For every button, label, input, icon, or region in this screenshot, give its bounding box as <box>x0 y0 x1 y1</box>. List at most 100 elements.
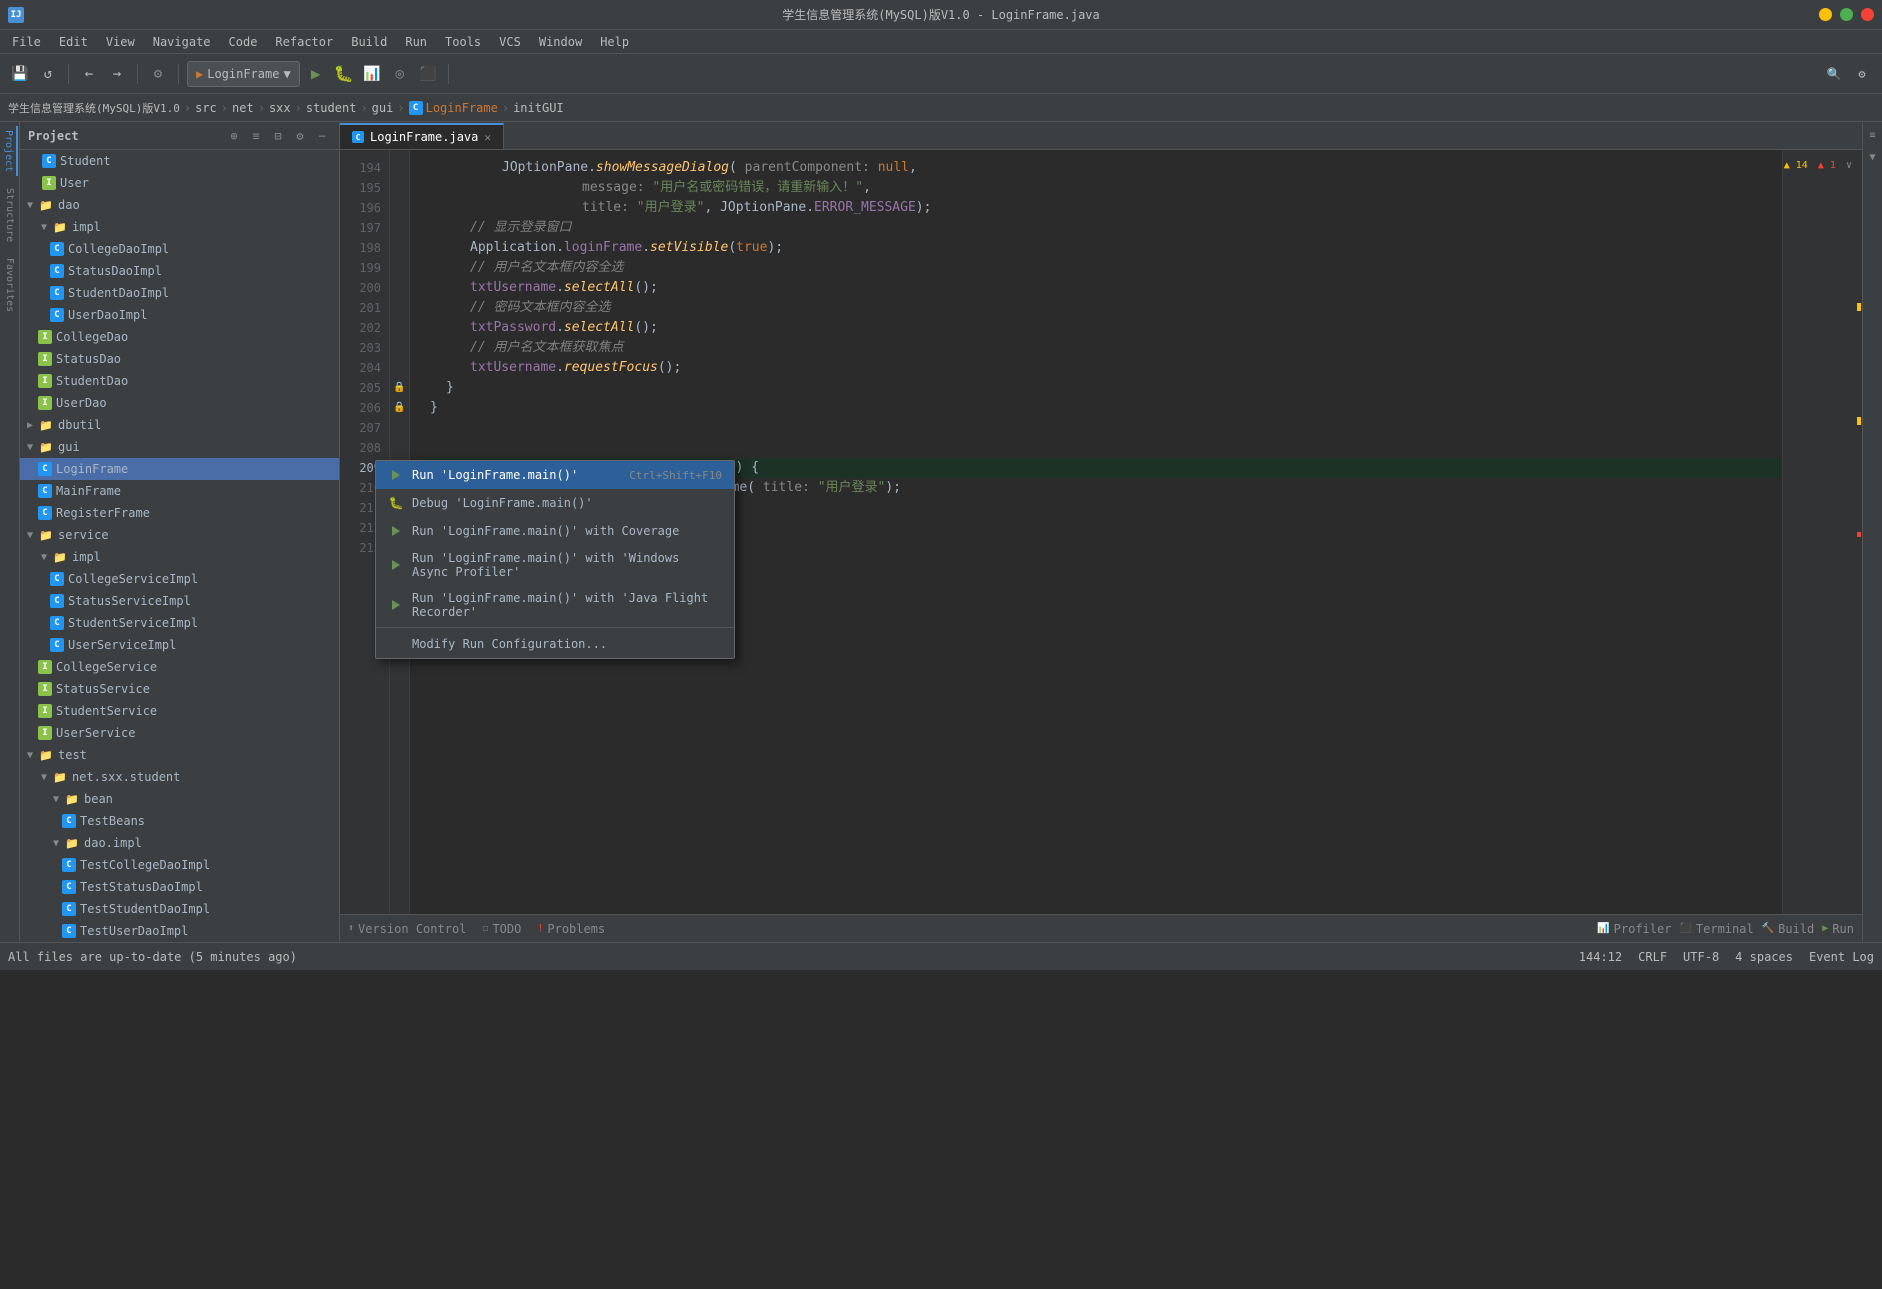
tree-item-testcollegedaoimpl[interactable]: C TestCollegeDaoImpl <box>20 854 339 876</box>
status-line-ending[interactable]: CRLF <box>1638 950 1667 964</box>
breadcrumb-student[interactable]: student <box>306 101 357 115</box>
tree-item-studentdao[interactable]: I StudentDao <box>20 370 339 392</box>
close-button[interactable]: ✕ <box>1861 8 1874 21</box>
maximize-button[interactable]: □ <box>1840 8 1853 21</box>
toolbar-back-btn[interactable]: ← <box>77 62 101 86</box>
ctx-run-coverage[interactable]: Run 'LoginFrame.main()' with Coverage <box>376 517 734 545</box>
menu-build[interactable]: Build <box>343 33 395 51</box>
bottom-tab-terminal[interactable]: ⬛ Terminal <box>1679 918 1753 940</box>
ctx-run-jfr[interactable]: Run 'LoginFrame.main()' with 'Java Fligh… <box>376 585 734 625</box>
menu-edit[interactable]: Edit <box>51 33 96 51</box>
coverage-button[interactable]: ◎ <box>388 62 412 86</box>
tree-item-testuserdaoimpl[interactable]: C TestUserDaoImpl <box>20 920 339 942</box>
tree-item-service[interactable]: ▼ 📁 service <box>20 524 339 546</box>
tree-item-dao[interactable]: ▼ 📁 dao <box>20 194 339 216</box>
tree-item-bean[interactable]: ▼ 📁 bean <box>20 788 339 810</box>
breadcrumb-project[interactable]: 学生信息管理系统(MySQL)版V1.0 <box>8 100 180 116</box>
tab-close-loginframe[interactable]: ✕ <box>484 131 491 144</box>
status-position[interactable]: 144:12 <box>1579 950 1622 964</box>
search-everywhere-btn[interactable]: 🔍 <box>1822 62 1846 86</box>
tree-item-userservice[interactable]: I UserService <box>20 722 339 744</box>
toolbar-sync-btn[interactable]: ↺ <box>36 62 60 86</box>
tree-item-dao-impl-test[interactable]: ▼ 📁 dao.impl <box>20 832 339 854</box>
tree-item-net-sxx-student[interactable]: ▼ 📁 net.sxx.student <box>20 766 339 788</box>
sidebar-close-btn[interactable]: − <box>313 127 331 145</box>
bottom-tab-version-control[interactable]: ⬆ Version Control <box>348 918 466 940</box>
tree-item-gui[interactable]: ▼ 📁 gui <box>20 436 339 458</box>
rs-btn-2[interactable]: ▼ <box>1864 148 1882 166</box>
tree-item-dao-impl[interactable]: ▼ 📁 impl <box>20 216 339 238</box>
bottom-tab-run[interactable]: ▶ Run <box>1822 918 1854 940</box>
tree-item-teststatusdaoimpl[interactable]: C TestStatusDaoImpl <box>20 876 339 898</box>
tree-item-loginframe[interactable]: C LoginFrame <box>20 458 339 480</box>
bottom-tab-profiler[interactable]: 📊 Profiler <box>1597 918 1671 940</box>
tree-item-statusservice[interactable]: I StatusService <box>20 678 339 700</box>
tree-item-studentserviceimpl[interactable]: C StudentServiceImpl <box>20 612 339 634</box>
menu-code[interactable]: Code <box>221 33 266 51</box>
tree-item-collegeservice[interactable]: I CollegeService <box>20 656 339 678</box>
menu-tools[interactable]: Tools <box>437 33 489 51</box>
minimize-button[interactable]: ─ <box>1819 8 1832 21</box>
breadcrumb-initgui[interactable]: initGUI <box>513 101 564 115</box>
sidebar-collapse-btn[interactable]: ⊟ <box>269 127 287 145</box>
tree-item-student[interactable]: C Student <box>20 150 339 172</box>
run-button[interactable]: ▶ <box>304 62 328 86</box>
tree-item-registerframe[interactable]: C RegisterFrame <box>20 502 339 524</box>
run-config-dropdown[interactable]: ▶ LoginFrame ▼ <box>187 61 300 87</box>
breadcrumb-loginframe[interactable]: LoginFrame <box>426 101 498 115</box>
menu-refactor[interactable]: Refactor <box>267 33 341 51</box>
menu-window[interactable]: Window <box>531 33 590 51</box>
profile-button[interactable]: 📊 <box>360 62 384 86</box>
breadcrumb-gui[interactable]: gui <box>372 101 394 115</box>
tree-item-teststudentdaoimpl[interactable]: C TestStudentDaoImpl <box>20 898 339 920</box>
menu-vcs[interactable]: VCS <box>491 33 529 51</box>
toolbar-build-icon[interactable]: ⚙ <box>146 62 170 86</box>
tree-item-studentdaoimpl[interactable]: C StudentDaoImpl <box>20 282 339 304</box>
tree-item-collegeserviceimpl[interactable]: C CollegeServiceImpl <box>20 568 339 590</box>
menu-run[interactable]: Run <box>397 33 435 51</box>
menu-file[interactable]: File <box>4 33 49 51</box>
tree-item-mainframe[interactable]: C MainFrame <box>20 480 339 502</box>
status-encoding[interactable]: UTF-8 <box>1683 950 1719 964</box>
activity-favorites[interactable]: Favorites <box>2 254 17 316</box>
ctx-run-win-profiler[interactable]: Run 'LoginFrame.main()' with 'Windows As… <box>376 545 734 585</box>
tree-item-test[interactable]: ▼ 📁 test <box>20 744 339 766</box>
tree-item-user[interactable]: I User <box>20 172 339 194</box>
tree-item-userserviceimpl[interactable]: C UserServiceImpl <box>20 634 339 656</box>
bottom-tab-build[interactable]: 🔨 Build <box>1762 918 1815 940</box>
status-indent[interactable]: 4 spaces <box>1735 950 1793 964</box>
bottom-tab-problems[interactable]: ! Problems <box>537 918 605 940</box>
bottom-tab-todo[interactable]: ☐ TODO <box>482 918 521 940</box>
toolbar-forward-btn[interactable]: → <box>105 62 129 86</box>
stop-button[interactable]: ⬛ <box>416 62 440 86</box>
ctx-debug-main[interactable]: 🐛 Debug 'LoginFrame.main()' <box>376 489 734 517</box>
tree-item-collegedaoimpl[interactable]: C CollegeDaoImpl <box>20 238 339 260</box>
activity-structure[interactable]: Structure <box>2 184 17 246</box>
tree-item-studentservice[interactable]: I StudentService <box>20 700 339 722</box>
status-event-log[interactable]: Event Log <box>1809 950 1874 964</box>
breadcrumb-sxx[interactable]: sxx <box>269 101 291 115</box>
toolbar-save-btn[interactable]: 💾 <box>8 62 32 86</box>
tree-item-userdao[interactable]: I UserDao <box>20 392 339 414</box>
rs-btn-1[interactable]: ≡ <box>1864 126 1882 144</box>
tree-item-statusdao[interactable]: I StatusDao <box>20 348 339 370</box>
menu-help[interactable]: Help <box>592 33 637 51</box>
sidebar-expand-btn[interactable]: ≡ <box>247 127 265 145</box>
settings-btn[interactable]: ⚙ <box>1850 62 1874 86</box>
ctx-run-main[interactable]: Run 'LoginFrame.main()' Ctrl+Shift+F10 <box>376 461 734 489</box>
tree-item-collegedao[interactable]: I CollegeDao <box>20 326 339 348</box>
breadcrumb-src[interactable]: src <box>195 101 217 115</box>
tree-item-statusdaoimpl[interactable]: C StatusDaoImpl <box>20 260 339 282</box>
ctx-modify-config[interactable]: Modify Run Configuration... <box>376 630 734 658</box>
tree-item-testbeans[interactable]: C TestBeans <box>20 810 339 832</box>
sidebar-settings-btn[interactable]: ⚙ <box>291 127 309 145</box>
tree-item-dbutil[interactable]: ▶ 📁 dbutil <box>20 414 339 436</box>
menu-view[interactable]: View <box>98 33 143 51</box>
tree-item-statusserviceimpl[interactable]: C StatusServiceImpl <box>20 590 339 612</box>
sidebar-add-btn[interactable]: ⊕ <box>225 127 243 145</box>
tree-item-service-impl[interactable]: ▼ 📁 impl <box>20 546 339 568</box>
activity-project[interactable]: Project <box>1 126 18 176</box>
debug-button[interactable]: 🐛 <box>332 62 356 86</box>
tab-loginframe[interactable]: C LoginFrame.java ✕ <box>340 123 504 149</box>
tree-item-userdaoimpl[interactable]: C UserDaoImpl <box>20 304 339 326</box>
